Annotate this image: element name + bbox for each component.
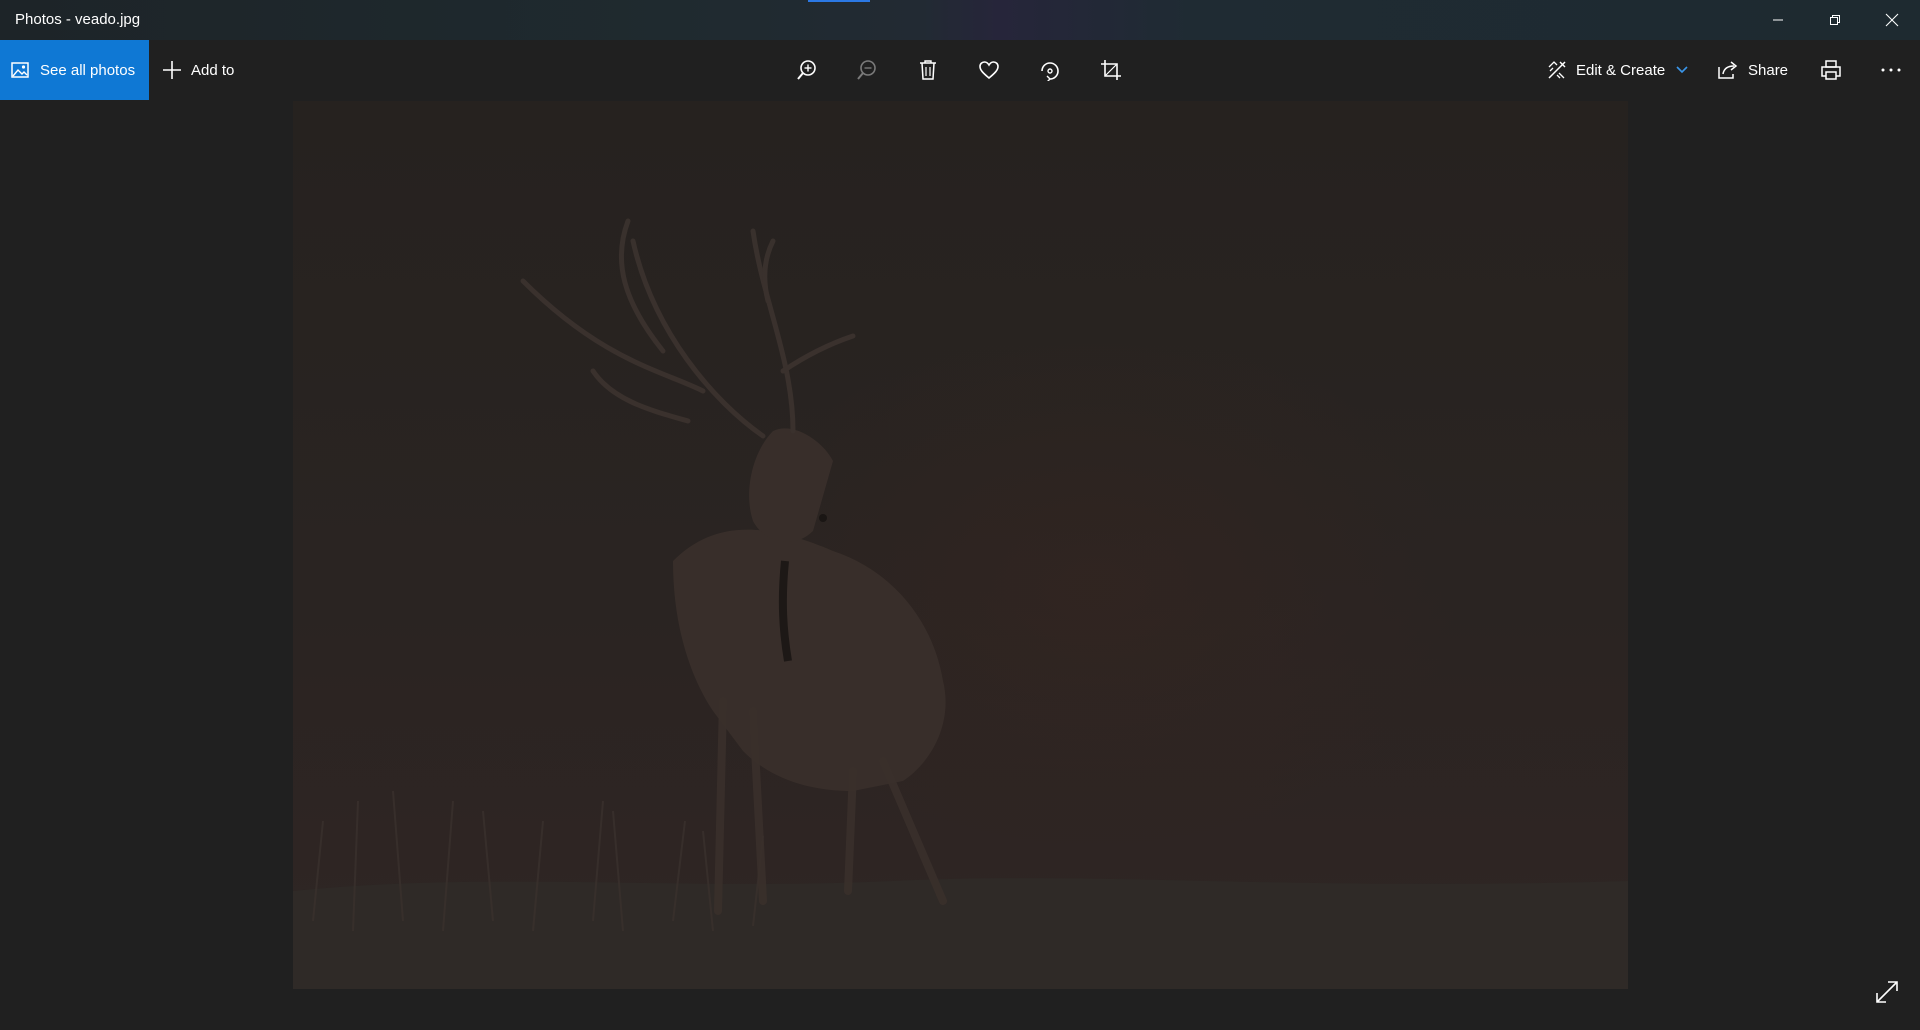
plus-icon [163,61,181,79]
photo-stag[interactable] [293,101,1628,989]
more-options-button[interactable] [1866,40,1916,100]
delete-button[interactable] [903,40,953,100]
print-button[interactable] [1806,40,1856,100]
title-bar-accent [808,0,870,2]
add-to-button[interactable]: Add to [162,40,234,100]
rotate-button[interactable] [1025,40,1075,100]
favorite-button[interactable] [964,40,1014,100]
edit-create-label: Edit & Create [1576,61,1666,79]
fullscreen-button[interactable] [1872,977,1902,1007]
print-icon [1821,60,1841,80]
chevron-down-icon [1676,66,1688,74]
share-icon [1718,61,1738,79]
see-all-photos-label: See all photos [40,61,136,79]
window-title: Photos - veado.jpg [15,11,141,28]
delete-icon [920,60,936,80]
image-viewer [0,100,1920,1030]
crop-icon [1101,60,1121,80]
zoom-in-icon [797,60,816,80]
photos-icon [11,61,29,79]
zoom-out-icon [857,60,876,80]
stag-image [293,218,1628,989]
share-label: Share [1748,61,1789,79]
edit-create-button[interactable]: Edit & Create [1547,40,1688,100]
see-all-photos-button[interactable]: See all photos [0,40,149,100]
add-to-label: Add to [191,61,235,79]
heart-icon [979,61,999,80]
share-button[interactable]: Share [1717,40,1788,100]
edit-create-icon [1548,61,1566,79]
close-icon [1885,13,1898,27]
rotate-icon [1041,62,1059,81]
zoom-out-button[interactable] [842,40,892,100]
more-icon [1881,68,1901,72]
zoom-in-button[interactable] [782,40,832,100]
restore-button[interactable] [1806,0,1863,40]
minimize-icon [1772,19,1783,21]
crop-button[interactable] [1086,40,1136,100]
close-button[interactable] [1863,0,1920,40]
minimize-button[interactable] [1749,0,1806,40]
restore-icon [1829,15,1840,25]
command-bar: See all photos Add to Edit & Create Shar… [0,40,1920,100]
title-bar: Photos - veado.jpg [0,0,1920,40]
expand-icon [1876,981,1898,1003]
